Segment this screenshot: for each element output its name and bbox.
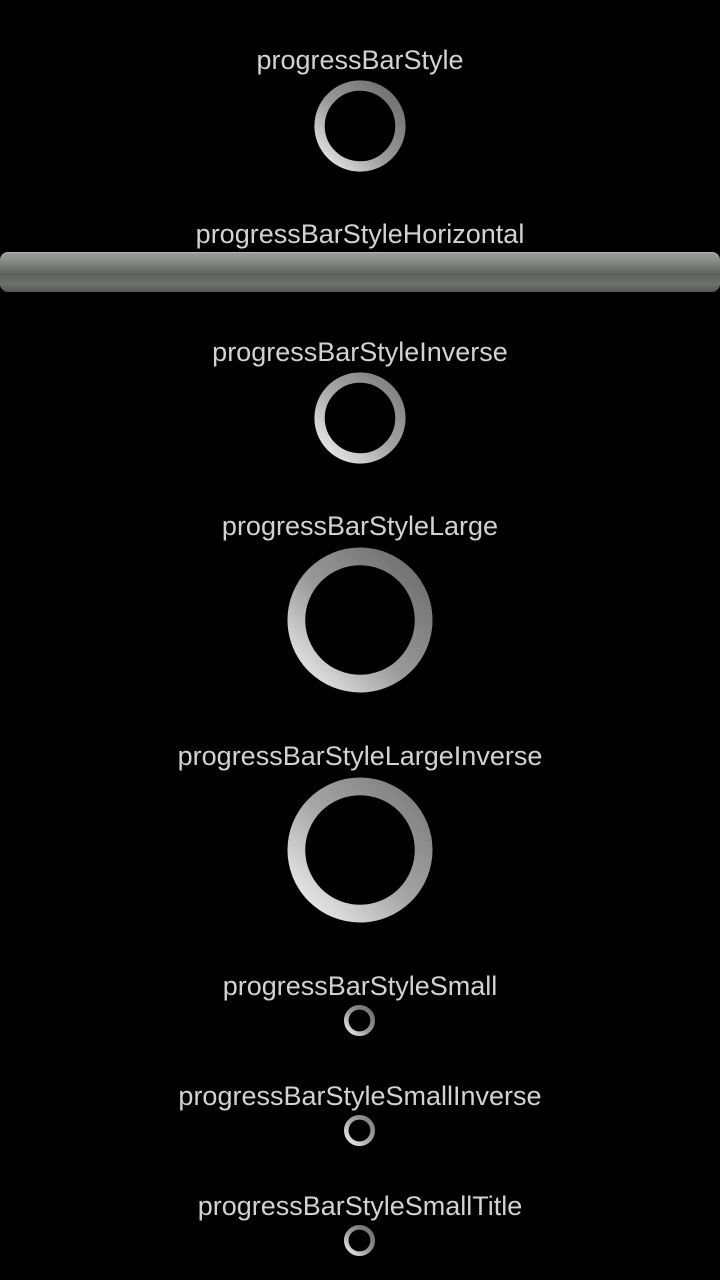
label-progress-bar-style-small: progressBarStyleSmall [222, 971, 498, 1001]
label-progress-bar-style-inverse: progressBarStyleInverse [212, 337, 508, 367]
progress-spinner-small-title [343, 1224, 376, 1257]
progress-spinner-large [286, 546, 434, 694]
label-progress-bar-style: progressBarStyle [256, 45, 464, 75]
label-progress-bar-style-small-title: progressBarStyleSmallTitle [197, 1191, 523, 1221]
progress-spinner-small-inverse [343, 1114, 376, 1147]
horizontal-progress-bar [0, 252, 720, 292]
loading-spinner-icon [343, 1114, 376, 1147]
label-progress-bar-style-small-inverse: progressBarStyleSmallInverse [178, 1081, 542, 1111]
loading-spinner-icon [287, 547, 433, 693]
progress-spinner-default [313, 79, 407, 173]
progress-spinner-inverse [313, 371, 407, 465]
label-progress-bar-style-large: progressBarStyleLarge [221, 511, 499, 541]
loading-spinner-icon [343, 1224, 376, 1257]
loading-spinner-icon [314, 80, 406, 172]
progress-spinner-large-inverse [286, 776, 434, 924]
label-progress-bar-style-large-inverse: progressBarStyleLargeInverse [177, 741, 543, 771]
progress-spinner-small [343, 1004, 376, 1037]
loading-spinner-icon [314, 372, 406, 464]
loading-spinner-icon [287, 777, 433, 923]
loading-spinner-icon [343, 1004, 376, 1037]
label-progress-bar-style-horizontal: progressBarStyleHorizontal [195, 219, 525, 249]
